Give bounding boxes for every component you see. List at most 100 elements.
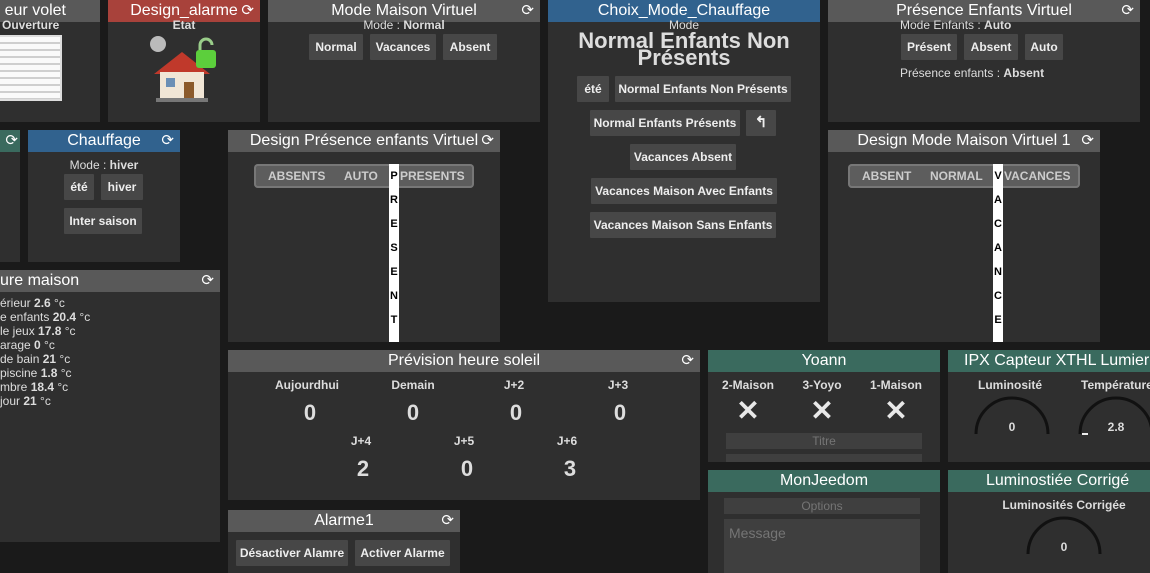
mode-maison-vertical-label: VACANCE — [993, 164, 1003, 342]
alarme-widget: Design_alarme ⟳ Etat — [108, 0, 260, 122]
day-label: Demain — [391, 378, 435, 392]
absent-button[interactable]: Absent — [964, 34, 1018, 60]
presence-enfants-widget: Présence Enfants Virtuel ⟳ Mode Enfants :… — [828, 0, 1140, 122]
day-label: J+4 — [350, 434, 372, 448]
shutter-icon[interactable] — [0, 35, 62, 101]
close-icon[interactable]: ✕ — [802, 394, 842, 427]
monjeedom-widget: MonJeedom — [708, 470, 940, 573]
volet-label: Ouverture — [2, 18, 60, 32]
temperature-widget: ure maison ⟳ érieur 2.6 °c e enfants 20.4 … — [0, 270, 220, 542]
mode-vacances-button[interactable]: Vacances — [370, 34, 436, 60]
design-presence-title: Design Présence enfants Virtuel ⟳ — [228, 130, 500, 152]
seg-absents[interactable]: ABSENTS — [268, 164, 325, 188]
choix-chauffage-mode-value: Normal Enfants Non Présents — [578, 28, 790, 70]
temperature-row: de bain 21 °c — [0, 352, 71, 366]
refresh-icon[interactable]: ⟳ — [681, 350, 694, 372]
inter-saison-button[interactable]: Inter saison — [64, 208, 142, 234]
day-label: J+2 — [503, 378, 525, 392]
temperature-row: e enfants 20.4 °c — [0, 310, 91, 324]
day-label: J+5 — [453, 434, 475, 448]
refresh-icon[interactable]: ⟳ — [5, 130, 18, 152]
refresh-icon[interactable]: ⟳ — [481, 130, 494, 152]
yoann-extra-field[interactable] — [726, 454, 922, 462]
normal-enfants-non-presents-button[interactable]: Normal Enfants Non Présents — [615, 76, 791, 102]
vacances-avec-enfants-button[interactable]: Vacances Maison Avec Enfants — [591, 178, 777, 204]
mode-absent-button[interactable]: Absent — [443, 34, 497, 60]
vacances-sans-enfants-button[interactable]: Vacances Maison Sans Enfants — [590, 212, 776, 238]
lum-corrige-value: 0 — [1060, 540, 1068, 554]
desactiver-alarme-button[interactable]: Désactiver Alamre — [236, 540, 348, 566]
temperature-row: le jeux 17.8 °c — [0, 324, 76, 338]
day-value: 0 — [613, 400, 627, 425]
refresh-icon[interactable]: ⟳ — [201, 270, 214, 292]
mode-maison-segmented-control[interactable]: ABSENT NORMAL VACANCES — [848, 164, 1080, 188]
ete-button[interactable]: été — [577, 76, 609, 102]
refresh-icon[interactable]: ⟳ — [1121, 0, 1134, 22]
yoann-col-label: 2-Maison — [721, 378, 774, 392]
seg-normal[interactable]: NORMAL — [930, 164, 983, 188]
activer-alarme-button[interactable]: Activer Alarme — [355, 540, 450, 566]
undo-button[interactable]: ↰ — [746, 110, 776, 136]
temperature-row: piscine 1.8 °c — [0, 366, 72, 380]
message-textarea[interactable] — [724, 519, 920, 573]
close-icon[interactable]: ✕ — [876, 394, 916, 427]
day-label: Aujourdhui — [275, 378, 339, 392]
mode-maison-status: Mode : Normal — [363, 18, 445, 32]
design-mode-maison-title: Design Mode Maison Virtuel 1 ⟳ — [828, 130, 1100, 152]
vacances-absent-button[interactable]: Vacances Absent — [630, 144, 736, 170]
cropped-widget-header: ⟳ — [0, 130, 20, 152]
seg-vacances[interactable]: VACANCES — [1004, 164, 1070, 188]
day-label: J+6 — [556, 434, 578, 448]
titre-input[interactable] — [726, 433, 922, 449]
normal-enfants-presents-button[interactable]: Normal Enfants Présents — [590, 110, 740, 136]
monjeedom-title: MonJeedom — [708, 470, 940, 492]
alarme-state-label: Etat — [172, 18, 196, 32]
lum-corrige-title: Luminostiée Corrigé — [948, 470, 1150, 492]
chauffage-hiver-button[interactable]: hiver — [101, 174, 143, 200]
day-value: 3 — [563, 456, 577, 481]
chauffage-widget: Chauffage ⟳ Mode : hiver été hiver Inter … — [28, 130, 180, 262]
refresh-icon[interactable]: ⟳ — [161, 130, 174, 152]
seg-presents[interactable]: PRESENTS — [400, 164, 465, 188]
alarme1-widget: Alarme1 ⟳ Désactiver Alamre Activer Alarm… — [228, 510, 460, 573]
mode-normal-button[interactable]: Normal — [309, 34, 363, 60]
seg-auto[interactable]: AUTO — [344, 164, 378, 188]
day-value: 0 — [509, 400, 523, 425]
temperature-label: Température — [1081, 378, 1150, 392]
house-lock-icon[interactable] — [148, 32, 224, 104]
yoann-col-label: 3-Yoyo — [802, 378, 842, 392]
refresh-icon[interactable]: ⟳ — [441, 510, 454, 532]
design-presence-widget: Design Présence enfants Virtuel ⟳ ABSENTS… — [228, 130, 500, 342]
alarme1-title: Alarme1 ⟳ — [228, 510, 460, 532]
refresh-icon[interactable]: ⟳ — [1081, 130, 1094, 152]
prevision-widget: Prévision heure soleil ⟳ Aujourdhui Demai… — [228, 350, 700, 500]
luminosite-label: Luminosité — [978, 378, 1043, 392]
yoann-col-label: 1-Maison — [869, 378, 922, 392]
chauffage-title: Chauffage ⟳ — [28, 130, 180, 152]
day-label: J+3 — [607, 378, 629, 392]
temperature-row: jour 21 °c — [0, 394, 51, 408]
seg-absent[interactable]: ABSENT — [862, 164, 911, 188]
temperature-row: érieur 2.6 °c — [0, 296, 65, 310]
day-value: 2 — [356, 456, 370, 481]
yoann-title: Yoann — [708, 350, 940, 372]
close-icon[interactable]: ✕ — [728, 394, 768, 427]
present-button[interactable]: Présent — [901, 34, 957, 60]
presence-vertical-label: PRESENT — [389, 164, 399, 342]
options-input[interactable] — [724, 498, 920, 514]
temperature-row: arage 0 °c — [0, 338, 55, 352]
yoann-widget: Yoann 2-Maison 3-Yoyo 1-Maison ✕ ✕ ✕ — [708, 350, 940, 462]
choix-chauffage-widget: Choix_Mode_Chauffage Mode Normal Enfants… — [548, 0, 820, 302]
temperature-list: érieur 2.6 °c e enfants 20.4 °c le jeux 17… — [0, 296, 90, 408]
temperature-row: mbre 18.4 °c — [0, 380, 69, 394]
luminosite-value: 0 — [1008, 420, 1016, 434]
chauffage-ete-button[interactable]: été — [64, 174, 94, 200]
mode-maison-widget: Mode Maison Virtuel ⟳ Mode : Normal Norma… — [268, 0, 540, 122]
day-value: 0 — [303, 400, 317, 425]
presence-segmented-control[interactable]: ABSENTS AUTO PRESENTS — [254, 164, 474, 188]
prevision-title: Prévision heure soleil ⟳ — [228, 350, 700, 372]
chauffage-status: Mode : hiver — [69, 158, 139, 172]
lum-corrige-widget: Luminostiée Corrigé Luminosités Corrigée… — [948, 470, 1150, 573]
presence-enfants-mode: Mode Enfants : Auto — [900, 18, 1012, 32]
auto-button[interactable]: Auto — [1025, 34, 1063, 60]
